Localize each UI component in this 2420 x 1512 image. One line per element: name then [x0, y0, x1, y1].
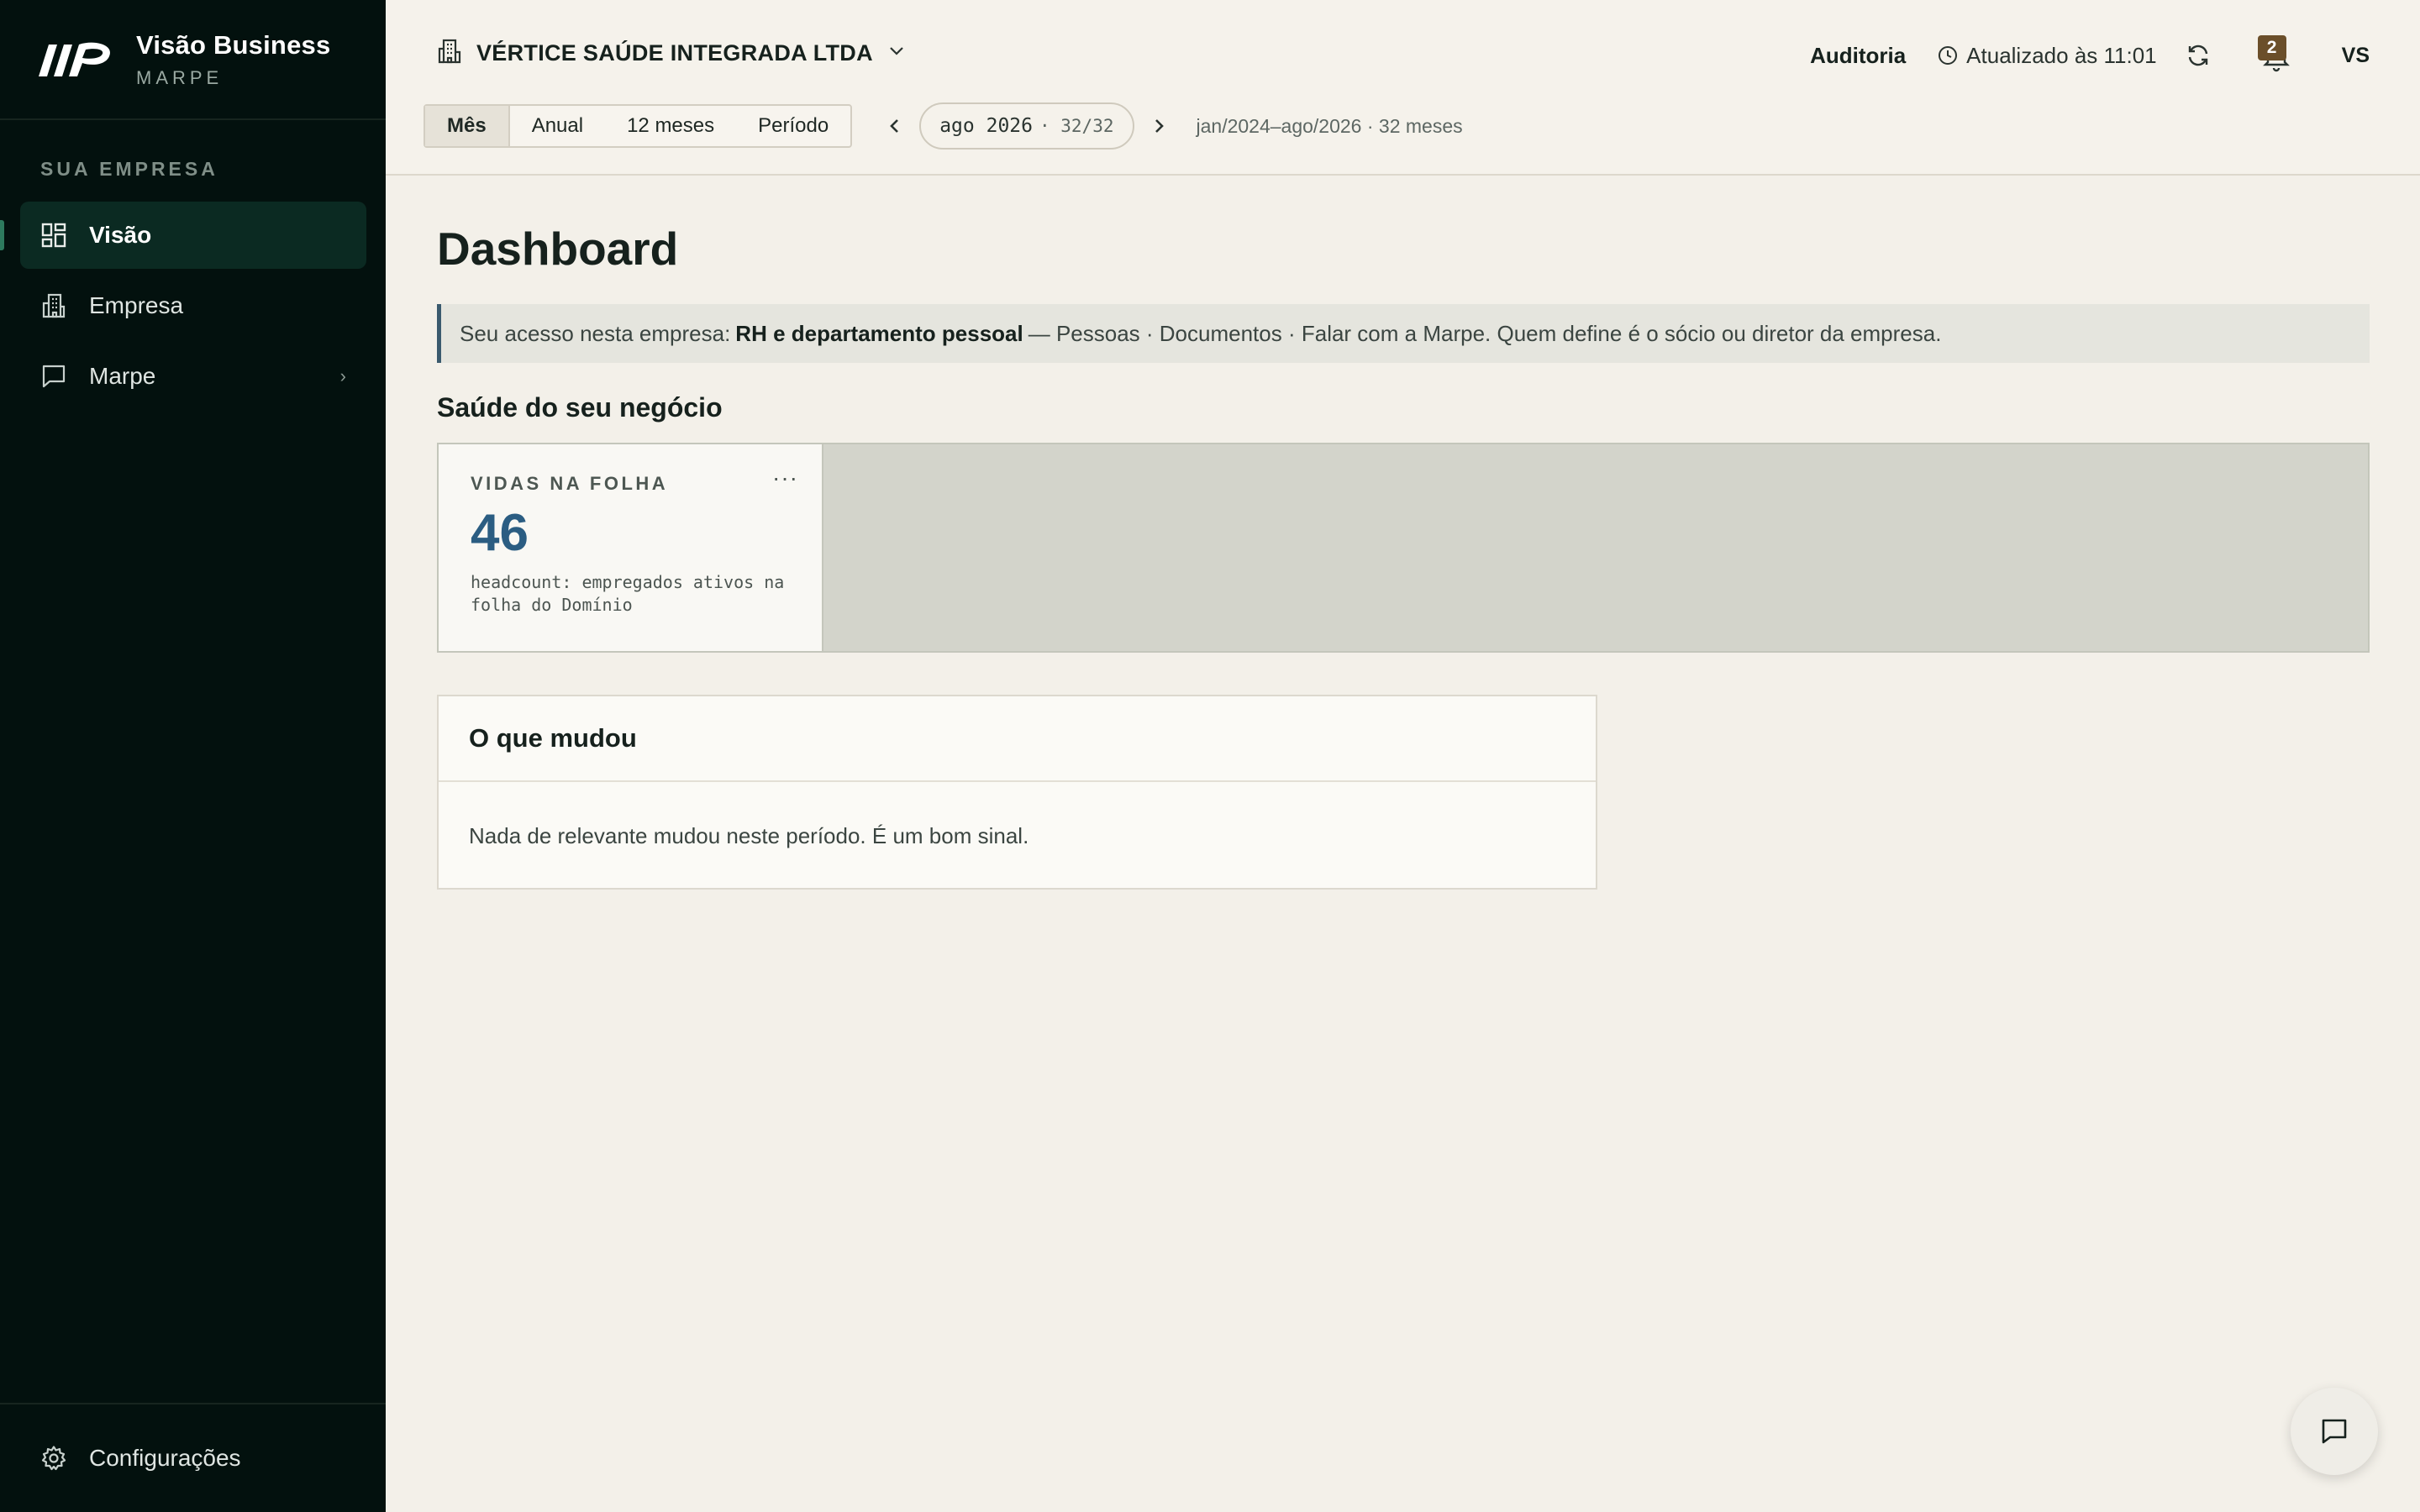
kpi-value: 46: [471, 504, 529, 562]
changes-card: O que mudou Nada de relevante mudou nest…: [437, 695, 1597, 890]
dashboard-icon: [40, 222, 67, 249]
more-options-icon[interactable]: ···: [772, 465, 798, 491]
brand-title: Visão Business: [136, 29, 331, 60]
previous-period-button[interactable]: [869, 118, 919, 134]
period-picker[interactable]: ago 2026 · 32/32: [919, 102, 1134, 150]
sidebar-item-label: Empresa: [89, 292, 184, 318]
brand[interactable]: Visão Business MARPE: [0, 0, 386, 120]
sidebar-item-configuracoes[interactable]: Configurações: [0, 1403, 386, 1512]
chevron-right-icon: [1155, 119, 1164, 133]
sidebar-item-label: Visão: [89, 222, 152, 248]
audit-link[interactable]: Auditoria: [1810, 43, 1906, 69]
period-range: jan/2024–ago/2026 · 32 meses: [1196, 114, 1463, 137]
changes-body: Nada de relevante mudou neste período. É…: [469, 822, 1029, 848]
notifications-button[interactable]: 2: [2257, 35, 2290, 72]
chevron-down-icon: [888, 45, 905, 61]
chevron-right-icon: ›: [339, 365, 346, 386]
sidebar-section-title: SUA EMPRESA: [40, 158, 218, 180]
settings-label: Configurações: [89, 1445, 241, 1471]
gear-icon: [40, 1445, 67, 1472]
health-section-title: Saúde do seu negócio: [437, 392, 723, 423]
tab-12-meses[interactable]: 12 meses: [605, 106, 736, 146]
period-controls: Mês Anual 12 meses Período ago 2026 · 32…: [424, 102, 1463, 150]
kpi-description: headcount: empregados ativos na folha do…: [471, 572, 785, 615]
sidebar: Visão Business MARPE SUA EMPRESA Visão E…: [0, 0, 386, 1512]
sidebar-nav: Visão Empresa Marpe ›: [0, 202, 366, 413]
next-period-button[interactable]: [1134, 118, 1185, 134]
tab-anual[interactable]: Anual: [510, 106, 605, 146]
kpi-card-vidas-na-folha[interactable]: VIDAS NA FOLHA ··· 46 headcount: emprega…: [439, 444, 823, 651]
chevron-left-icon: [890, 119, 899, 133]
refresh-button[interactable]: [2186, 43, 2211, 68]
tab-periodo[interactable]: Período: [736, 106, 850, 146]
header-actions: Auditoria Atualizado às 11:01 2 VS: [1810, 35, 2370, 72]
health-cards-row: VIDAS NA FOLHA ··· 46 headcount: emprega…: [437, 443, 2370, 653]
building-icon: [40, 292, 67, 319]
notifications-badge: 2: [2257, 35, 2286, 60]
access-suffix: — Pessoas · Documentos · Falar com a Mar…: [1028, 320, 1942, 346]
chat-button[interactable]: [2291, 1388, 2378, 1475]
tab-mes[interactable]: Mês: [425, 106, 510, 146]
access-prefix: Seu acesso nesta empresa:: [460, 320, 731, 346]
sidebar-item-visao[interactable]: Visão: [0, 202, 366, 269]
marpe-logo: [39, 42, 110, 76]
page-title: Dashboard: [437, 223, 679, 275]
building-icon: [438, 39, 461, 68]
chat-icon: [40, 363, 67, 390]
company-name: VÉRTICE SAÚDE INTEGRADA LTDA: [476, 40, 873, 66]
top-header: VÉRTICE SAÚDE INTEGRADA LTDA Auditoria A…: [386, 0, 2420, 176]
access-banner: Seu acesso nesta empresa: RH e departame…: [437, 304, 2370, 363]
access-role: RH e departamento pessoal: [735, 320, 1023, 346]
last-updated-text: Atualizado às 11:01: [1966, 42, 2157, 68]
period-value: ago 2026: [939, 115, 1033, 137]
changes-title: O que mudou: [439, 696, 1596, 782]
chat-icon: [2322, 1419, 2347, 1444]
period-mode-tabs: Mês Anual 12 meses Período: [424, 104, 853, 148]
kpi-label: VIDAS NA FOLHA: [471, 473, 669, 494]
sidebar-item-marpe[interactable]: Marpe ›: [20, 343, 366, 410]
period-position: · 32/32: [1039, 116, 1114, 136]
brand-subtitle: MARPE: [136, 66, 224, 88]
sidebar-item-empresa[interactable]: Empresa: [20, 272, 366, 339]
user-avatar[interactable]: VS: [2342, 44, 2370, 68]
sidebar-item-label: Marpe: [89, 363, 156, 389]
last-updated: Atualizado às 11:01: [1938, 42, 2157, 69]
clock-icon: [1939, 46, 1958, 65]
refresh-icon: [2188, 45, 2207, 66]
company-selector[interactable]: VÉRTICE SAÚDE INTEGRADA LTDA: [438, 39, 905, 68]
